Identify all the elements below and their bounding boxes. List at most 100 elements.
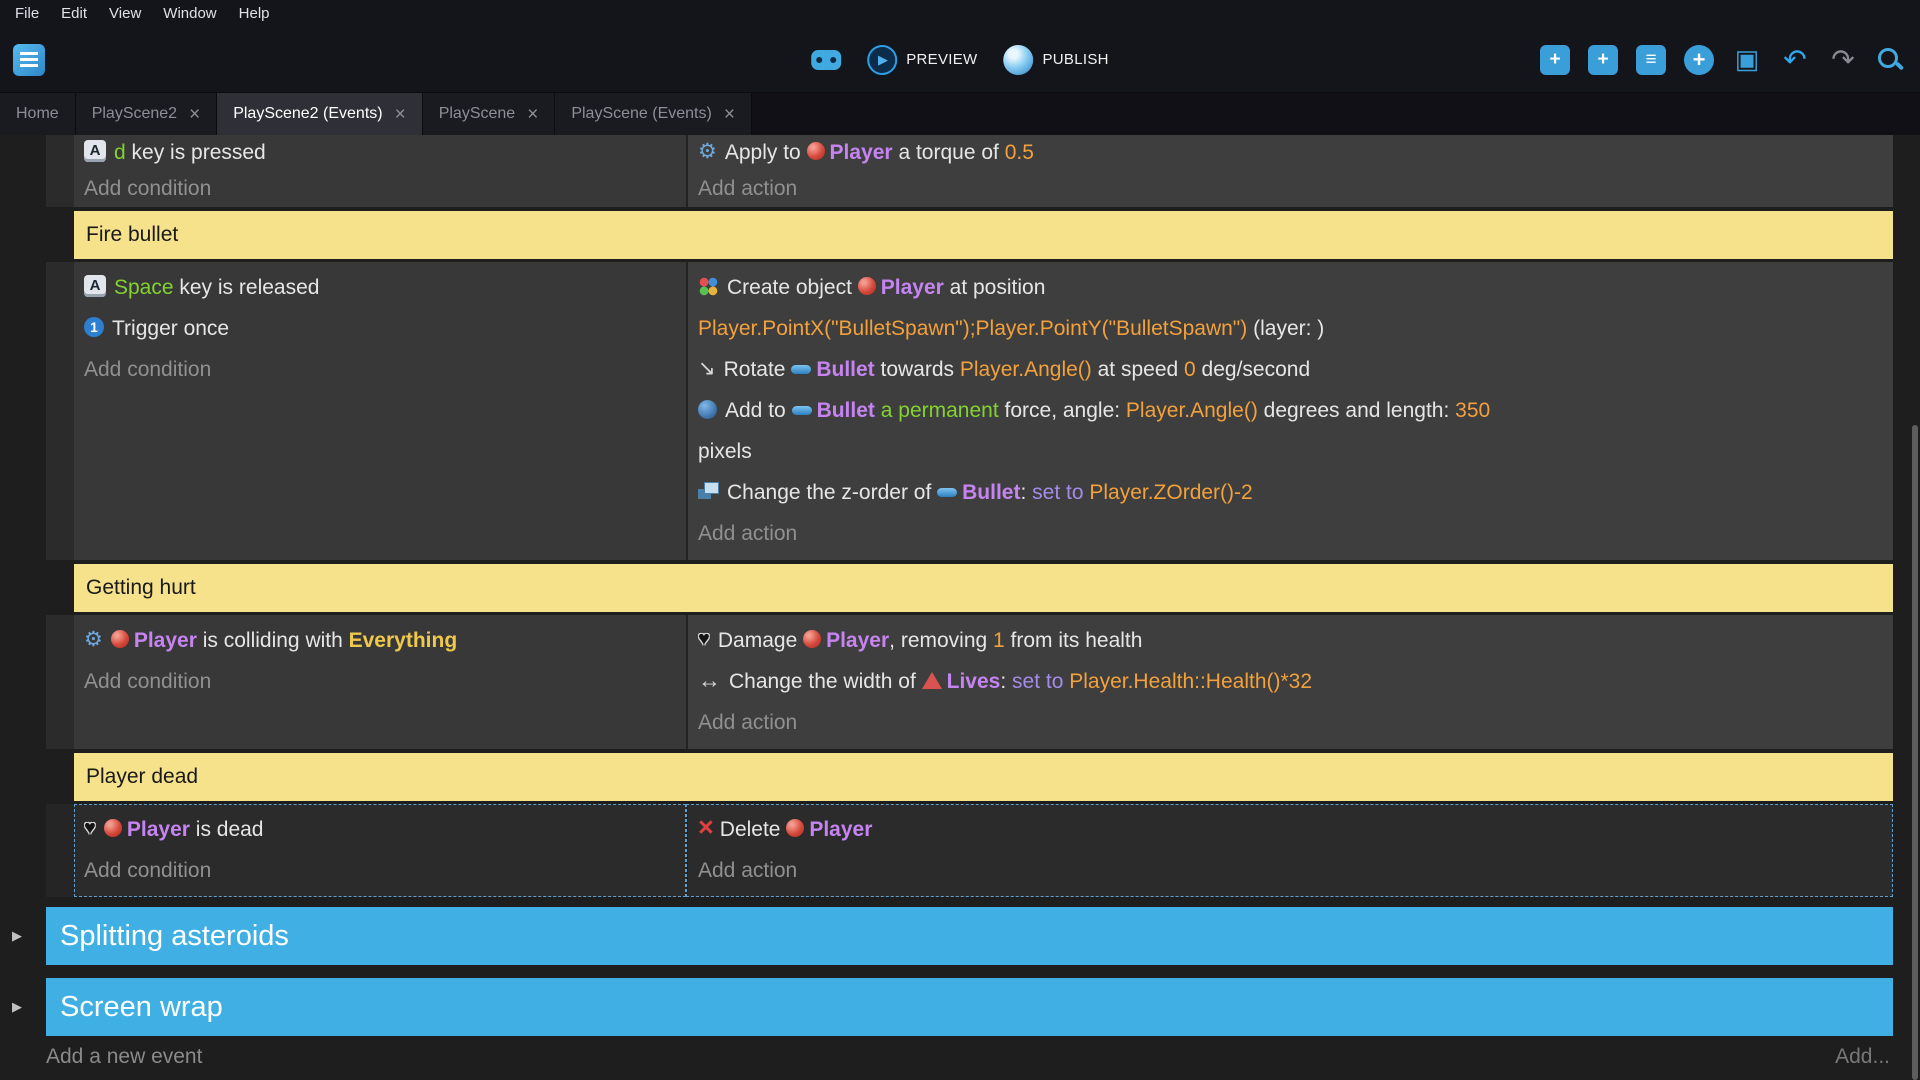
condition-item-text: key is released <box>174 276 320 299</box>
action-item[interactable]: ↘Rotate Bullet towards Player.Angle() at… <box>698 349 1885 390</box>
gear-icon: ⚙ <box>698 139 717 164</box>
search-icon[interactable] <box>1876 46 1904 74</box>
group-row-splitting-asteroids[interactable]: ▶Splitting asteroids <box>46 907 1893 965</box>
comment-row[interactable]: Player dead <box>74 753 1893 801</box>
actions-cell: ×Delete PlayerAdd action <box>686 804 1893 897</box>
action-item-text: Bullet <box>816 358 874 381</box>
menu-file[interactable]: File <box>4 0 50 27</box>
player-icon <box>111 630 129 648</box>
tab-playscene[interactable]: PlayScene× <box>423 93 556 135</box>
actions-cell: Create object Player at position Player.P… <box>686 262 1893 560</box>
event-drag-handle[interactable] <box>46 804 74 897</box>
condition-item[interactable]: Ad key is pressed <box>84 135 678 171</box>
action-item[interactable]: ⚙Apply to Player a torque of 0.5 <box>698 135 1885 171</box>
bullet-icon <box>937 488 957 497</box>
action-item[interactable]: Add to Bullet a permanent force, angle: … <box>698 390 1885 431</box>
action-item[interactable]: ♥Damage Player, removing 1 from its heal… <box>698 620 1885 661</box>
collision-icon: ⚙ <box>84 627 103 652</box>
comment-row[interactable]: Getting hurt <box>74 564 1893 612</box>
redo-icon[interactable]: ↷ <box>1828 45 1858 75</box>
event-row[interactable]: ♥Player is deadAdd condition×Delete Play… <box>46 804 1893 897</box>
tab-label: PlayScene2 (Events) <box>233 105 382 123</box>
add-action-button[interactable]: Add action <box>698 171 1885 207</box>
add-action-button[interactable]: Add action <box>698 702 1885 743</box>
play-icon: ▶ <box>867 45 897 75</box>
event-drag-handle[interactable] <box>46 262 74 560</box>
preview-button[interactable]: ▶ PREVIEW <box>867 45 977 75</box>
tab-playscene-events[interactable]: PlayScene (Events)× <box>555 93 752 135</box>
conditions-cell: ⚙Player is colliding with EverythingAdd … <box>74 615 686 749</box>
menu-items: FileEditViewWindowHelp <box>4 0 281 27</box>
add-event-icon[interactable]: + <box>1540 45 1570 75</box>
event-drag-handle[interactable] <box>46 135 74 207</box>
group-row-screen-wrap[interactable]: ▶Screen wrap <box>46 978 1893 1036</box>
menu-help[interactable]: Help <box>228 0 281 27</box>
condition-item-text: d <box>114 141 132 164</box>
condition-item[interactable]: ⚙Player is colliding with Everything <box>84 620 678 661</box>
event-row[interactable]: ⚙Player is colliding with EverythingAdd … <box>46 615 1893 749</box>
publish-button[interactable]: PUBLISH <box>1003 45 1108 75</box>
action-item-text: at position <box>944 276 1046 299</box>
action-item-text: Rotate <box>724 358 792 381</box>
add-action-button[interactable]: Add action <box>698 850 1885 891</box>
rotate-icon: ↘ <box>698 356 716 381</box>
close-tab-icon[interactable]: × <box>189 105 200 124</box>
debugger-icon[interactable] <box>811 50 841 70</box>
delete-icon: × <box>698 812 714 843</box>
add-action-button[interactable]: Add action <box>698 513 1885 554</box>
action-item[interactable]: Player.PointX("BulletSpawn");Player.Poin… <box>698 308 1885 349</box>
action-item[interactable]: Create object Player at position <box>698 267 1885 308</box>
close-tab-icon[interactable]: × <box>724 105 735 124</box>
add-condition-button[interactable]: Add condition <box>84 850 678 891</box>
collapse-arrow-icon[interactable]: ▶ <box>12 928 22 944</box>
action-item[interactable]: Change the z-order of Bullet: set to Pla… <box>698 472 1885 513</box>
condition-item[interactable]: ASpace key is released <box>84 267 678 308</box>
action-item-text: Change the width of <box>729 670 922 693</box>
menu-window[interactable]: Window <box>152 0 227 27</box>
close-tab-icon[interactable]: × <box>395 105 406 124</box>
menu-view[interactable]: View <box>98 0 152 27</box>
undo-icon[interactable]: ↶ <box>1780 45 1810 75</box>
add-condition-button[interactable]: Add condition <box>84 661 678 702</box>
trigger-once-icon: 1 <box>84 317 104 337</box>
tab-label: PlayScene2 <box>92 105 177 123</box>
actions-cell: ♥Damage Player, removing 1 from its heal… <box>686 615 1893 749</box>
player-icon <box>104 819 122 837</box>
project-manager-icon[interactable] <box>13 44 45 76</box>
scrollbar-thumb[interactable] <box>1912 425 1918 1080</box>
action-item[interactable]: ↔Change the width of Lives: set to Playe… <box>698 661 1885 702</box>
event-drag-handle[interactable] <box>46 615 74 749</box>
event-row[interactable]: ASpace key is released1Trigger onceAdd c… <box>46 262 1893 560</box>
add-new-icon[interactable]: + <box>1684 45 1714 75</box>
action-item-text: Apply to <box>725 141 807 164</box>
events-rows: Ad key is pressedAdd condition⚙Apply to … <box>0 135 1920 1036</box>
add-condition-button[interactable]: Add condition <box>84 349 678 390</box>
comment-row[interactable]: Fire bullet <box>74 211 1893 259</box>
condition-item[interactable]: ♥Player is dead <box>84 809 678 850</box>
tab-playscene2[interactable]: PlayScene2 × <box>76 93 218 135</box>
action-item-text: Player <box>881 276 944 299</box>
add-new-event-button[interactable]: Add a new event <box>46 1045 202 1069</box>
tab-home[interactable]: Home <box>0 93 76 135</box>
add-comment-icon[interactable]: ≡ <box>1636 45 1666 75</box>
collapse-arrow-icon[interactable]: ▶ <box>12 999 22 1015</box>
action-item-text: towards <box>875 358 960 381</box>
menu-edit[interactable]: Edit <box>50 0 98 27</box>
actions-cell: ⚙Apply to Player a torque of 0.5Add acti… <box>686 135 1893 207</box>
action-item[interactable]: pixels <box>698 431 1885 472</box>
event-row[interactable]: Ad key is pressedAdd condition⚙Apply to … <box>46 135 1893 207</box>
keyboard-a-icon: A <box>84 275 106 297</box>
add-button[interactable]: Add... <box>1835 1045 1890 1069</box>
lives-icon <box>922 672 942 689</box>
edit-mode-icon[interactable]: ▣ <box>1732 45 1762 75</box>
add-condition-button[interactable]: Add condition <box>84 171 678 207</box>
tab-playscene2-events[interactable]: PlayScene2 (Events) × <box>217 93 423 135</box>
action-item-text: 350 <box>1455 399 1490 422</box>
condition-item[interactable]: 1Trigger once <box>84 308 678 349</box>
action-item[interactable]: ×Delete Player <box>698 809 1885 850</box>
add-subevent-icon[interactable]: + <box>1588 45 1618 75</box>
close-tab-icon[interactable]: × <box>527 105 538 124</box>
action-item-text: 0 <box>1184 358 1196 381</box>
action-item-text: Player.PointX("BulletSpawn");Player.Poin… <box>698 317 1247 340</box>
condition-item-text: is colliding with <box>197 629 349 652</box>
